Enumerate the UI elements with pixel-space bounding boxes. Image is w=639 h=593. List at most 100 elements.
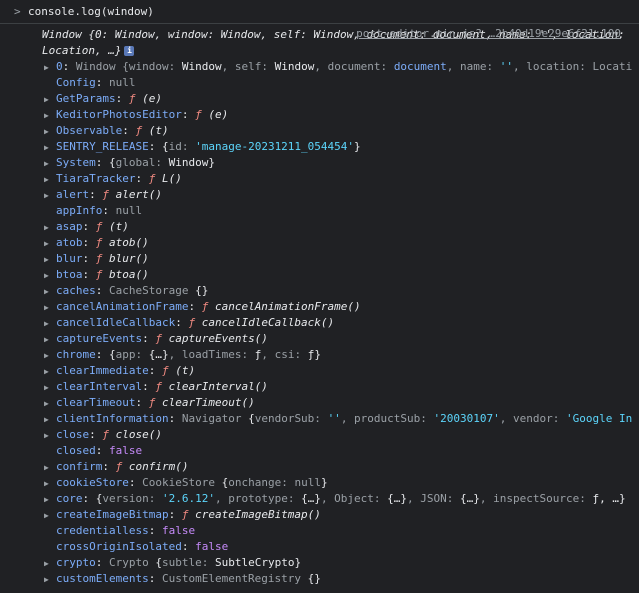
property-value-part: (t) xyxy=(148,124,169,137)
triangle-right-icon[interactable]: ▶ xyxy=(44,284,56,300)
triangle-right-icon[interactable]: ▶ xyxy=(44,412,56,428)
key-separator: : xyxy=(95,156,109,169)
triangle-right-icon[interactable]: ▶ xyxy=(44,60,56,76)
triangle-right-icon[interactable]: ▶ xyxy=(44,460,56,476)
property-value-part: , location: Locati xyxy=(513,60,633,73)
property-row[interactable]: ▶ SENTRY_RELEASE: {id: 'manage-20231211_0… xyxy=(44,139,639,155)
property-value-part: ƒ xyxy=(188,316,202,329)
key-separator: : xyxy=(102,460,116,473)
triangle-right-icon[interactable]: ▶ xyxy=(44,348,56,364)
property-row: credentialless: false xyxy=(44,523,639,539)
property-value-part: close() xyxy=(115,428,162,441)
key-separator: : xyxy=(82,220,96,233)
triangle-right-icon[interactable]: ▶ xyxy=(44,396,56,412)
triangle-right-icon[interactable]: ▶ xyxy=(44,156,56,172)
property-value-part: , JSON: xyxy=(407,492,461,505)
property-row[interactable]: ▶ TiaraTracker: ƒ L() xyxy=(44,171,639,187)
key-separator: : xyxy=(95,348,109,361)
property-row[interactable]: ▶ cancelAnimationFrame: ƒ cancelAnimation… xyxy=(44,299,639,315)
property-value-part: , Object: xyxy=(320,492,388,505)
triangle-right-icon[interactable]: ▶ xyxy=(44,380,56,396)
property-row[interactable]: ▶ crypto: Crypto {subtle: SubtleCrypto} xyxy=(44,555,639,571)
property-row[interactable]: ▶ close: ƒ close() xyxy=(44,427,639,443)
triangle-right-icon[interactable]: ▶ xyxy=(44,316,56,332)
triangle-right-icon[interactable]: ▶ xyxy=(44,252,56,268)
source-link[interactable]: post-editor.min.js? …2b40d19e29e6f21:100 xyxy=(356,27,621,40)
property-value-part: false xyxy=(109,444,143,457)
property-row[interactable]: ▶ 0: Window {window: Window, self: Window… xyxy=(44,59,639,75)
triangle-right-icon[interactable]: ▶ xyxy=(44,108,56,124)
triangle-right-icon[interactable]: ▶ xyxy=(44,236,56,252)
property-row[interactable]: ▶ blur: ƒ blur() xyxy=(44,251,639,267)
property-key: System xyxy=(56,156,96,169)
triangle-right-icon[interactable]: ▶ xyxy=(44,572,56,588)
property-row[interactable]: ▶ Observable: ƒ (t) xyxy=(44,123,639,139)
key-separator: : xyxy=(82,252,96,265)
property-row[interactable]: ▶ caches: CacheStorage {} xyxy=(44,283,639,299)
triangle-right-icon[interactable]: ▶ xyxy=(44,92,56,108)
property-row[interactable]: ▶ clientInformation: Navigator {vendorSub… xyxy=(44,411,639,427)
property-value-part: btoa() xyxy=(109,268,149,281)
property-key: clientInformation xyxy=(56,412,169,425)
triangle-right-icon[interactable]: ▶ xyxy=(44,220,56,236)
triangle-right-icon[interactable]: ▶ xyxy=(44,476,56,492)
property-key: confirm xyxy=(56,460,103,473)
property-row[interactable]: ▶ chrome: {app: {…}, loadTimes: ƒ, csi: ƒ… xyxy=(44,347,639,363)
property-value-part: L() xyxy=(161,172,182,185)
triangle-right-icon[interactable]: ▶ xyxy=(44,188,56,204)
console-input-line[interactable]: > console.log(window) xyxy=(0,0,639,24)
triangle-right-icon[interactable]: ▶ xyxy=(44,332,56,348)
property-row[interactable]: ▶ createImageBitmap: ƒ createImageBitmap(… xyxy=(44,507,639,523)
property-row[interactable]: ▶ alert: ƒ alert() xyxy=(44,187,639,203)
property-row[interactable]: ▶ core: {version: '2.6.12', prototype: {…… xyxy=(44,491,639,507)
property-key: TiaraTracker xyxy=(56,172,136,185)
property-value-part: {…} xyxy=(148,348,169,361)
property-value-part: ƒ xyxy=(181,508,196,521)
property-value-part: confirm() xyxy=(128,460,189,473)
triangle-right-icon[interactable]: ▶ xyxy=(44,556,56,572)
info-icon[interactable]: i xyxy=(124,46,135,56)
property-row[interactable]: ▶ cancelIdleCallback: ƒ cancelIdleCallbac… xyxy=(44,315,639,331)
property-value-part: ƒ xyxy=(148,172,162,185)
property-row[interactable]: ▶ clearImmediate: ƒ (t) xyxy=(44,363,639,379)
property-row[interactable]: ▶ clearTimeout: ƒ clearTimeout() xyxy=(44,395,639,411)
property-row[interactable]: ▶ KeditorPhotosEditor: ƒ (e) xyxy=(44,107,639,123)
key-separator: : xyxy=(188,300,202,313)
property-row[interactable]: ▶ GetParams: ƒ (e) xyxy=(44,91,639,107)
property-value-part: false xyxy=(161,524,196,537)
property-value-part: createImageBitmap() xyxy=(195,508,321,521)
property-row[interactable]: ▶ clearInterval: ƒ clearInterval() xyxy=(44,379,639,395)
property-row[interactable]: ▶ atob: ƒ atob() xyxy=(44,235,639,251)
property-row[interactable]: ▶ captureEvents: ƒ captureEvents() xyxy=(44,331,639,347)
triangle-right-icon[interactable]: ▶ xyxy=(44,364,56,380)
property-row[interactable]: ▶ btoa: ƒ btoa() xyxy=(44,267,639,283)
property-value-part: { xyxy=(248,412,255,425)
key-separator: : xyxy=(148,140,162,153)
property-value-part: document xyxy=(393,60,447,73)
property-row[interactable]: ▶ confirm: ƒ confirm() xyxy=(44,459,639,475)
property-key: blur xyxy=(56,252,83,265)
property-row[interactable]: ▶ asap: ƒ (t) xyxy=(44,219,639,235)
property-value-part: '20030107' xyxy=(433,412,500,425)
key-separator: : xyxy=(102,204,116,217)
property-value-part: , productSub: xyxy=(340,412,434,425)
triangle-right-icon[interactable]: ▶ xyxy=(44,492,56,508)
triangle-right-icon[interactable]: ▶ xyxy=(44,508,56,524)
triangle-right-icon[interactable]: ▶ xyxy=(44,172,56,188)
triangle-right-icon[interactable]: ▶ xyxy=(44,300,56,316)
property-row[interactable]: ▶ System: {global: Window} xyxy=(44,155,639,171)
console-panel: > console.log(window) post-editor.min.js… xyxy=(0,0,639,593)
property-value-part: {…} xyxy=(460,492,480,505)
property-value-part: ƒ xyxy=(155,380,169,393)
property-row[interactable]: ▶ customElements: CustomElementRegistry {… xyxy=(44,571,639,587)
property-value-part: , loadTimes: xyxy=(168,348,255,361)
property-value-part: , vendor: xyxy=(499,412,566,425)
property-key: btoa xyxy=(56,268,83,281)
triangle-right-icon[interactable]: ▶ xyxy=(44,428,56,444)
triangle-right-icon[interactable]: ▶ xyxy=(44,140,56,156)
property-row[interactable]: ▶ cookieStore: CookieStore {onchange: nul… xyxy=(44,475,639,491)
triangle-right-icon[interactable]: ▶ xyxy=(44,268,56,284)
property-value-part: null xyxy=(115,204,143,217)
key-separator: : xyxy=(148,524,162,537)
triangle-right-icon[interactable]: ▶ xyxy=(44,124,56,140)
